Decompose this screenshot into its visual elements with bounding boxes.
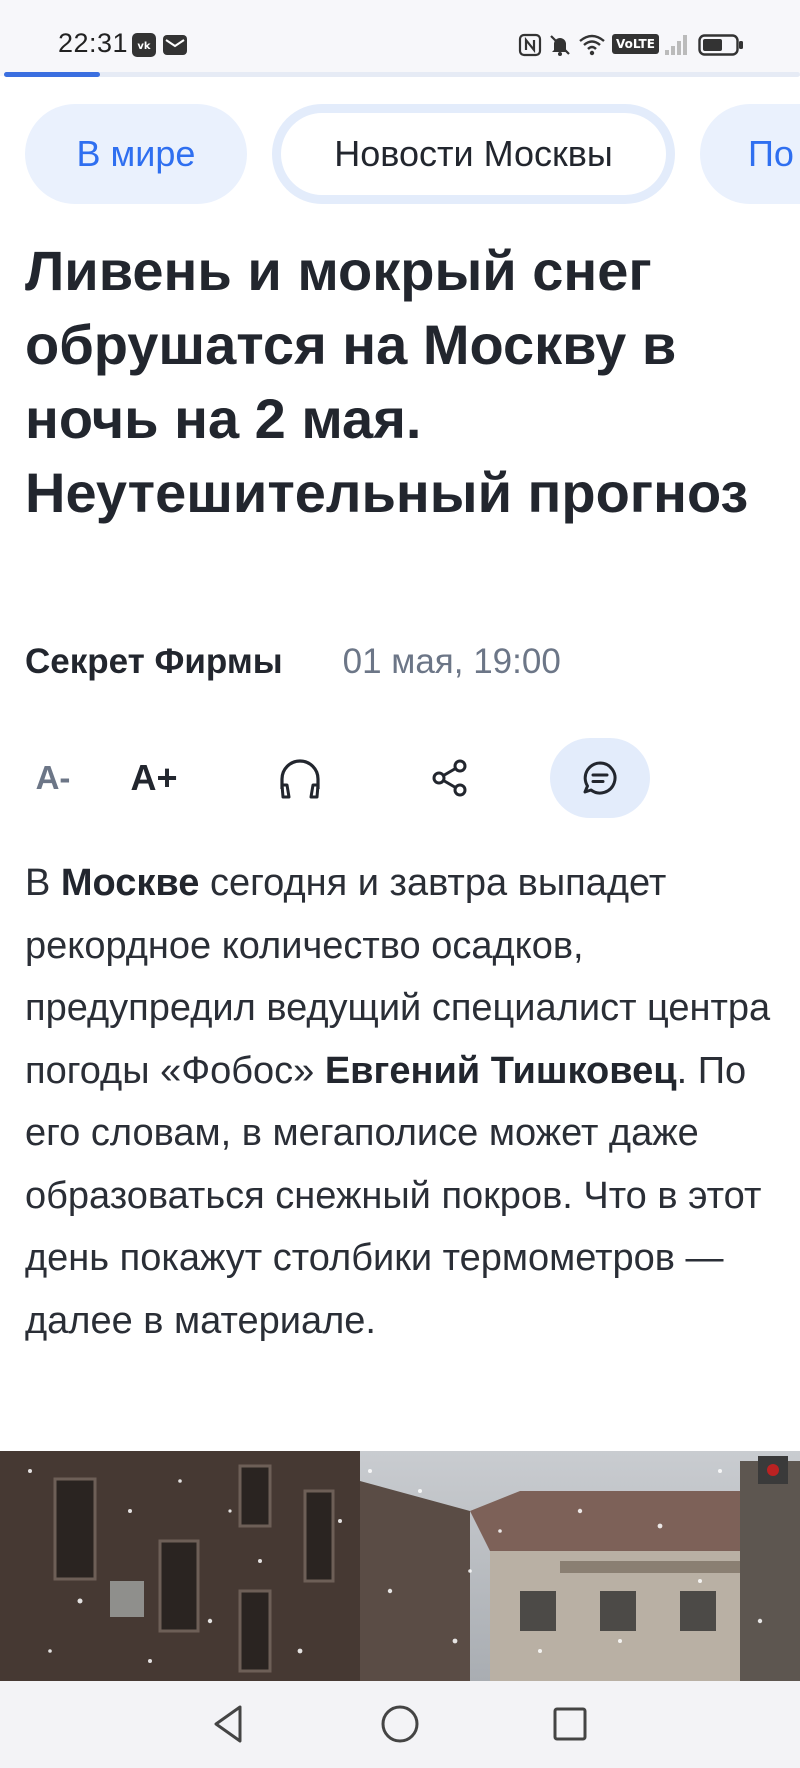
wifi-icon: [579, 34, 605, 56]
tab-next[interactable]: По: [700, 104, 800, 204]
nfc-icon: [518, 33, 542, 57]
article-lead: В Москве сегодня и завтра выпадет рекорд…: [25, 852, 785, 1352]
snowy-buildings-image: [0, 1451, 800, 1681]
tab-moscow-news[interactable]: Новости Москвы: [272, 104, 675, 204]
listen-button[interactable]: [270, 738, 330, 818]
article-toolbar: A- A+: [0, 738, 800, 818]
svg-text:vk: vk: [137, 41, 151, 52]
tab-world[interactable]: В мире: [25, 104, 247, 204]
reading-progress-fill: [4, 72, 100, 77]
volte-icon: VoLTE: [612, 34, 659, 54]
status-bar: 22:31 vk VoLTE: [0, 0, 800, 77]
home-icon[interactable]: [378, 1699, 422, 1749]
comments-button[interactable]: [550, 738, 650, 818]
signal-icon: [665, 35, 687, 55]
comment-icon: [583, 761, 617, 795]
lead-text-3: . По его словам, в мегаполисе может даже…: [25, 1049, 762, 1342]
lead-text-1: В: [25, 862, 61, 904]
share-button[interactable]: [420, 738, 480, 818]
article-source[interactable]: Секрет Фирмы: [25, 642, 283, 682]
back-icon[interactable]: [208, 1699, 248, 1749]
article-photo[interactable]: [0, 1451, 800, 1681]
battery-icon: [698, 34, 743, 56]
mail-icon: [163, 35, 187, 55]
font-decrease-label: A-: [35, 759, 71, 796]
vk-icon: vk: [132, 33, 156, 57]
category-tabs: В мире Новости Москвы По: [0, 104, 800, 204]
font-increase-button[interactable]: A+: [124, 738, 184, 818]
article-date: 01 мая, 19:00: [342, 642, 561, 681]
lead-bold-person[interactable]: Евгений Тишковец: [325, 1050, 677, 1092]
font-decrease-button[interactable]: A-: [28, 738, 78, 818]
font-increase-label: A+: [130, 757, 178, 798]
lead-bold-moscow[interactable]: Москве: [61, 862, 200, 904]
reading-progress-bar: [4, 72, 800, 77]
article-title: Ливень и мокрый снег обрушатся на Москву…: [25, 239, 749, 524]
headphones-icon: [280, 759, 320, 799]
mute-icon: [550, 35, 570, 56]
recents-icon[interactable]: [550, 1699, 590, 1749]
status-time: 22:31: [58, 28, 129, 58]
share-icon: [432, 759, 467, 797]
system-nav-bar: [0, 1681, 800, 1768]
article-meta: Секрет Фирмы 01 мая, 19:00: [25, 642, 561, 682]
